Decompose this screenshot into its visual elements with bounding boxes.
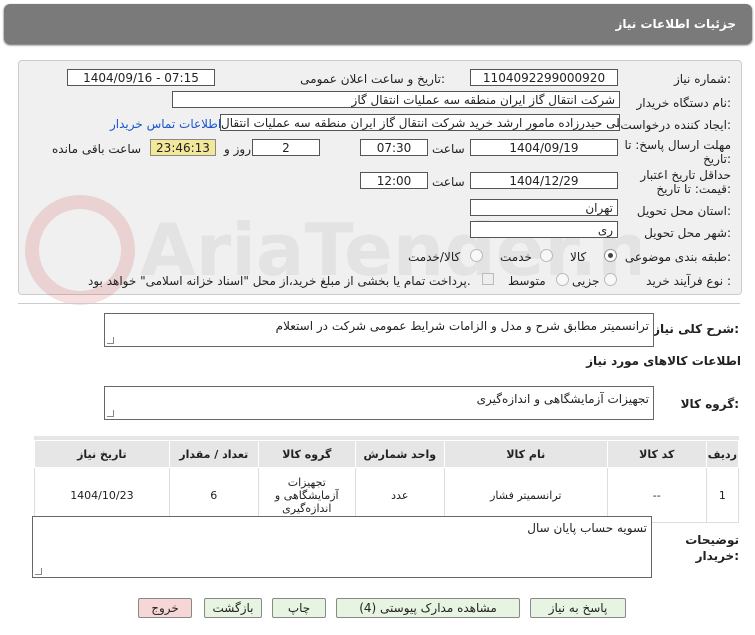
table-row: 1 -- ترانسمیتر فشار عدد تجهیزات آزمایشگا… (34, 467, 740, 523)
process-option-medium: متوسط (508, 274, 546, 288)
buyer-notes-label-2: خریدار: (695, 549, 739, 563)
goods-group-label: گروه کالا: (680, 397, 739, 411)
process-radio-medium[interactable] (556, 273, 569, 286)
exit-button[interactable]: خروج (138, 598, 192, 618)
goods-section-title: اطلاعات کالاهای مورد نیاز (586, 354, 741, 368)
col-header-group: گروه کالا (257, 440, 356, 468)
process-option-minor: جزیی (572, 274, 600, 288)
payment-checkbox[interactable] (482, 273, 494, 285)
province-label: استان محل تحویل: (636, 204, 731, 218)
days-field: 2 (252, 139, 320, 156)
col-header-name: نام کالا (443, 440, 608, 468)
days-label: روز و (224, 142, 251, 156)
cell-date: 1404/10/23 (34, 467, 170, 523)
summary-text: ترانسمیتر مطابق شرح و مدل و الزامات شرای… (275, 319, 649, 333)
category-option-service: خدمت (500, 250, 532, 264)
buyer-notes-text: تسویه حساب پایان سال (527, 521, 647, 535)
summary-label: شرح کلی نیاز: (653, 322, 739, 336)
col-header-date: تاریخ نیاز (34, 440, 170, 468)
page-title: جزئیات اطلاعات نیاز (615, 17, 736, 31)
validity-label-2: قیمت: تا تاریخ: (656, 182, 731, 196)
attachments-button[interactable]: مشاهده مدارک پیوستی (4) (336, 598, 520, 618)
col-header-row: ردیف (705, 440, 740, 468)
col-header-qty: تعداد / مقدار (168, 440, 259, 468)
announce-label: تاریخ و ساعت اعلان عمومی: (300, 72, 445, 86)
city-field: ری (470, 221, 618, 238)
reply-button[interactable]: پاسخ به نیاز (530, 598, 626, 618)
city-label: شهر محل تحویل: (644, 226, 731, 240)
print-button[interactable]: چاپ (272, 598, 326, 618)
validity-date-field: 1404/12/29 (470, 172, 618, 189)
buyer-notes-textarea: تسویه حساب پایان سال (32, 516, 652, 578)
category-radio-service[interactable] (540, 249, 553, 262)
payment-note: پرداخت تمام یا بخشی از مبلغ خرید،از محل … (88, 274, 471, 288)
buyer-notes-label: توضیحات (685, 533, 739, 547)
section-divider (18, 303, 740, 304)
back-button[interactable]: بازگشت (204, 598, 262, 618)
validity-label: حداقل تاریخ اعتبار (640, 168, 731, 182)
validity-time-label: ساعت (432, 175, 465, 189)
cell-row: 1 (705, 467, 740, 523)
announce-field: 1404/09/16 - 07:15 (67, 69, 215, 86)
goods-group-textarea: تجهیزات آزمایشگاهی و اندازه‌گیری (104, 386, 654, 420)
deadline-date-field: 1404/09/19 (470, 139, 618, 156)
deadline-label: مهلت ارسال پاسخ: تا (624, 138, 731, 152)
page-header: جزئیات اطلاعات نیاز (4, 4, 752, 44)
remaining-timer: 23:46:13 (150, 139, 216, 156)
buyer-org-label: نام دستگاه خریدار: (636, 96, 732, 110)
cell-group: تجهیزات آزمایشگاهی و اندازه‌گیری (257, 467, 356, 523)
category-radio-goods-service[interactable] (470, 249, 483, 262)
deadline-time-field: 07:30 (360, 139, 428, 156)
deadline-label-2: تاریخ: (703, 152, 731, 166)
cell-name: ترانسمیتر فشار (443, 467, 608, 523)
need-number-field: 1104092299000920 (470, 69, 618, 86)
creator-label: ایجاد کننده درخواست: (620, 118, 731, 132)
validity-time-field: 12:00 (360, 172, 428, 189)
cell-unit: عدد (354, 467, 445, 523)
resize-grip-icon[interactable] (107, 410, 114, 417)
buyer-contact-link[interactable]: اطلاعات تماس خریدار (110, 117, 221, 131)
category-radio-goods[interactable] (604, 249, 617, 262)
deadline-time-label: ساعت (432, 142, 465, 156)
resize-grip-icon[interactable] (35, 568, 42, 575)
category-label: طبقه بندی موضوعی: (624, 250, 731, 264)
resize-grip-icon[interactable] (107, 337, 114, 344)
col-header-unit: واحد شمارش (354, 440, 445, 468)
creator-field: علی حیدرزاده مامور ارشد خرید شرکت انتقال… (220, 114, 620, 131)
process-label: نوع فرآیند خرید : (646, 274, 731, 288)
need-number-label: شماره نیاز: (673, 72, 731, 86)
cell-qty: 6 (168, 467, 259, 523)
province-field: تهران (470, 199, 618, 216)
summary-textarea: ترانسمیتر مطابق شرح و مدل و الزامات شرای… (104, 313, 654, 347)
process-radio-minor[interactable] (604, 273, 617, 286)
col-header-code: کد کالا (606, 440, 707, 468)
category-option-goods-service: کالا/خدمت (408, 250, 461, 264)
items-table: ردیف کد کالا نام کالا واحد شمارش گروه کا… (34, 440, 740, 523)
category-option-goods: کالا (570, 250, 587, 264)
goods-group-text: تجهیزات آزمایشگاهی و اندازه‌گیری (476, 392, 649, 406)
cell-code: -- (606, 467, 707, 523)
remaining-label: ساعت باقی مانده (52, 142, 142, 156)
buyer-org-field: شرکت انتقال گاز ایران منطقه سه عملیات ان… (172, 91, 620, 108)
